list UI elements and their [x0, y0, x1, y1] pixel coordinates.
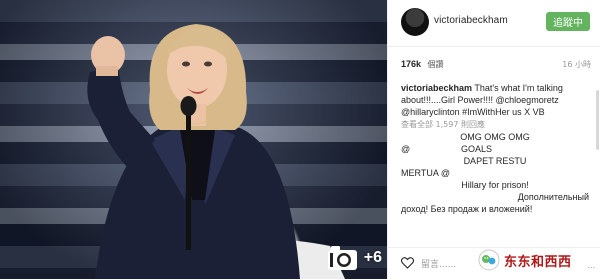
- comment-input[interactable]: 留言......: [421, 257, 456, 270]
- avatar[interactable]: [401, 8, 429, 36]
- comment-username[interactable]: MERTUA @: [401, 168, 450, 178]
- camera-icon: [327, 246, 357, 270]
- watermark-logo-icon: [478, 249, 500, 271]
- comment-row: DAPET RESTU: [401, 155, 589, 167]
- post-header: victoriabeckham 追蹤中: [388, 0, 600, 47]
- post-photo[interactable]: +6: [0, 0, 387, 279]
- comment-row: MERTUA @: [401, 167, 589, 179]
- speaker-figure: [87, 24, 345, 279]
- watermark: 东东和西西: [478, 249, 572, 271]
- comment-text: доход! Без продаж и вложений!: [401, 204, 533, 214]
- following-button[interactable]: 追蹤中: [546, 12, 590, 31]
- comment-list: victoriabeckham That's what I'm talking …: [401, 82, 589, 215]
- comments-scrollbar[interactable]: [596, 90, 599, 150]
- comment-text: DAPET RESTU: [463, 156, 527, 166]
- username[interactable]: victoriabeckham: [434, 15, 508, 26]
- comment-text: GOALS: [461, 144, 493, 154]
- comment-row: OMG OMG OMG: [401, 131, 589, 143]
- post-time: 16 小時: [562, 60, 591, 69]
- photo-count: +6: [363, 249, 382, 266]
- post-footer: 留言...... 东东和西西 ...: [388, 247, 600, 280]
- comment-row: @ GOALS: [401, 143, 589, 155]
- caption: victoriabeckham That's what I'm talking …: [401, 82, 589, 118]
- comment-text: Hillary for prison!: [461, 180, 529, 190]
- comment-text: Дополнительный: [517, 192, 589, 202]
- likes-count[interactable]: 176k: [401, 59, 421, 69]
- comment-row: доход! Без продаж и вложений!: [401, 203, 589, 215]
- view-all-comments-link[interactable]: 查看全部 1,597 則回應: [401, 119, 589, 131]
- watermark-text: 东东和西西: [504, 254, 572, 270]
- caption-username[interactable]: victoriabeckham: [401, 83, 472, 93]
- comment-row: Дополнительный: [401, 191, 589, 203]
- comment-text: OMG OMG OMG: [460, 132, 530, 142]
- comment-row: Hillary for prison!: [401, 179, 589, 191]
- post-stats: 176k 個讚 16 小時: [401, 59, 591, 70]
- likes-label: 個讚: [427, 60, 444, 69]
- heart-icon[interactable]: [401, 257, 414, 269]
- more-options-icon[interactable]: ...: [587, 260, 595, 270]
- post-detail-panel: victoriabeckham 追蹤中 176k 個讚 16 小時 victor…: [387, 0, 600, 279]
- photo-count-badge[interactable]: +6: [327, 245, 382, 271]
- comment-username[interactable]: @: [401, 144, 410, 154]
